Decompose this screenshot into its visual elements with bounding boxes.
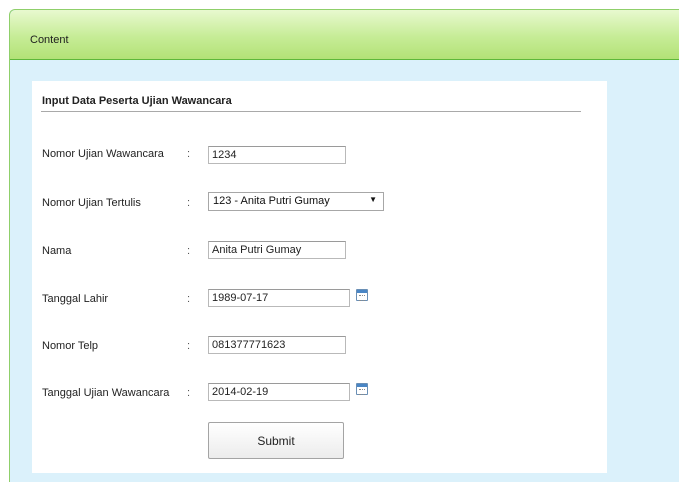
colon-separator: : — [187, 197, 191, 209]
nomor-ujian-tertulis-select[interactable]: 123 - Anita Putri Gumay ▼ — [208, 192, 384, 211]
label-tanggal-lahir: Tanggal Lahir — [42, 293, 109, 305]
label-nomor-ujian-wawancara: Nomor Ujian Wawancara — [42, 148, 164, 160]
label-nomor-telp: Nomor Telp — [42, 340, 99, 352]
colon-separator: : — [187, 387, 191, 399]
colon-separator: : — [187, 245, 191, 257]
submit-button[interactable]: Submit — [208, 422, 344, 459]
tanggal-lahir-input[interactable] — [208, 289, 350, 307]
nama-input[interactable] — [208, 241, 346, 259]
nomor-telp-input[interactable] — [208, 336, 346, 354]
panel-title: Content — [30, 34, 69, 46]
label-nama: Nama — [42, 245, 72, 257]
title-divider — [41, 111, 581, 112]
chevron-down-icon: ▼ — [369, 195, 377, 204]
label-tanggal-ujian-wawancara: Tanggal Ujian Wawancara — [42, 387, 170, 399]
form-container: Input Data Peserta Ujian Wawancara Nomor… — [32, 81, 607, 473]
select-value: 123 - Anita Putri Gumay — [213, 195, 330, 207]
colon-separator: : — [187, 148, 191, 160]
colon-separator: : — [187, 340, 191, 352]
calendar-icon[interactable] — [356, 383, 368, 395]
nomor-ujian-wawancara-input[interactable] — [208, 146, 346, 164]
content-panel: Content Input Data Peserta Ujian Wawanca… — [9, 9, 679, 482]
label-nomor-ujian-tertulis: Nomor Ujian Tertulis — [42, 197, 141, 209]
calendar-icon[interactable] — [356, 289, 368, 301]
colon-separator: : — [187, 293, 191, 305]
tanggal-ujian-wawancara-input[interactable] — [208, 383, 350, 401]
form-title: Input Data Peserta Ujian Wawancara — [42, 95, 232, 107]
panel-header — [10, 10, 679, 60]
